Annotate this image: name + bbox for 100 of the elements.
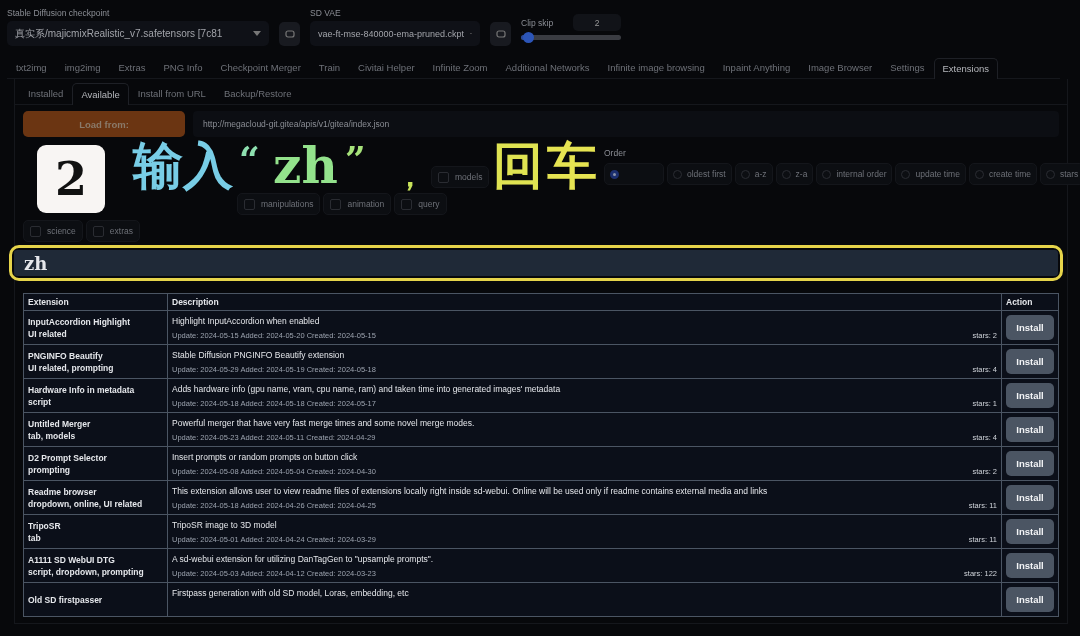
- extension-name: PNGINFO Beautify: [28, 349, 104, 362]
- radio-button[interactable]: [610, 169, 619, 179]
- tab[interactable]: img2img: [55, 57, 110, 78]
- search-field[interactable]: zh: [14, 250, 1058, 276]
- order-option[interactable]: oldest first: [667, 163, 732, 185]
- checkbox[interactable]: [330, 198, 342, 210]
- extension-description: Highlight InputAccordion when enabled: [172, 315, 321, 327]
- extension-tags: UI related, prompting: [28, 361, 163, 374]
- tab[interactable]: Additional Networks: [496, 57, 599, 78]
- checkbox[interactable]: [244, 198, 255, 210]
- extension-name: D2 Prompt Selector: [28, 451, 108, 464]
- extension-description: TripoSR image to 3D model: [172, 519, 278, 531]
- clip-skip-input[interactable]: 2: [573, 14, 621, 31]
- instruction-caption: ，: [395, 161, 425, 191]
- slider-thumb[interactable]: [523, 32, 534, 43]
- install-button[interactable]: Install: [1006, 519, 1054, 544]
- extension-tags: prompting: [28, 463, 163, 476]
- vae-dropdown[interactable]: vae-ft-mse-840000-ema-pruned.ckpt: [310, 21, 480, 46]
- extension-description: A sd-webui extension for utilizing DanTagGen to "upsample prompts".: [172, 553, 435, 565]
- instruction-caption: 输入: [133, 141, 233, 191]
- extension-tags: script: [28, 395, 163, 408]
- install-button[interactable]: Install: [1006, 587, 1054, 612]
- column-header: Description: [167, 293, 1002, 311]
- install-button[interactable]: Install: [1006, 485, 1054, 510]
- extension-description: Insert prompts or random prompts on button click: [172, 451, 359, 463]
- tab[interactable]: Backup/Restore: [214, 83, 301, 104]
- tab[interactable]: txt2img: [7, 57, 56, 78]
- tab[interactable]: Installed: [19, 83, 73, 104]
- extension-tags: script, dropdown, prompting: [28, 565, 163, 578]
- tab[interactable]: Available: [72, 83, 129, 105]
- url-field[interactable]: http://megacloud-git.gitea/apis/v1/gitea/index.json: [193, 111, 1059, 137]
- column-header: Extension: [23, 293, 168, 311]
- tag-filter-chip[interactable]: extras: [85, 220, 140, 242]
- extension-description: Stable Diffusion PNGINFO Beautify extension: [172, 349, 346, 361]
- extension-name: InputAccordion Highlight: [28, 315, 131, 328]
- refresh-button[interactable]: [279, 22, 300, 46]
- extension-description: Powerful merger that have very fast merge times and some novel merge modes.: [172, 417, 476, 429]
- tab[interactable]: Infinite Zoom: [423, 57, 497, 78]
- order-label: Order: [604, 148, 627, 158]
- tag-filter-chip[interactable]: models: [431, 166, 490, 188]
- tab[interactable]: Checkpoint Merger: [211, 57, 310, 78]
- extension-name: Readme browser: [28, 485, 98, 498]
- extension-tags: UI related: [28, 327, 163, 340]
- field-label: Stable Diffusion checkpoint: [7, 8, 111, 18]
- column-header: Action: [1001, 293, 1059, 311]
- extension-description: Firstpass generation with old SD model, Loras, embedding, etc: [172, 587, 410, 599]
- checkbox[interactable]: [92, 225, 104, 237]
- extension-tags: dropdown, online, UI related: [28, 497, 163, 510]
- extension-description: Adds hardware info (gpu name, vram, cpu name, ram) and taken time into generated images' metadata: [172, 383, 562, 395]
- checkbox[interactable]: [401, 198, 413, 210]
- tab[interactable]: Civitai Helper: [349, 57, 424, 78]
- order-option[interactable]: internal order: [816, 163, 893, 185]
- extension-name: Hardware Info in metadata: [28, 383, 136, 396]
- install-button[interactable]: Install: [1006, 451, 1054, 476]
- instruction-caption: 回: [493, 141, 543, 191]
- extension-tags: tab, models: [28, 429, 163, 442]
- install-button[interactable]: Install: [1006, 315, 1054, 340]
- install-button[interactable]: Install: [1006, 417, 1054, 442]
- field-label: SD VAE: [310, 8, 342, 18]
- extension-description: This extension allows user to view readme files of extensions locally right inside sd-webui. Online will be used only if readme contains external media and links: [172, 485, 769, 497]
- tab[interactable]: Image Browser: [799, 57, 882, 78]
- tab[interactable]: Extensions: [933, 58, 998, 79]
- field-label: Clip skip: [521, 17, 554, 28]
- install-button[interactable]: Install: [1006, 553, 1054, 578]
- install-button[interactable]: Install: [1006, 349, 1054, 374]
- checkbox[interactable]: [30, 225, 41, 237]
- instruction-caption: ”: [345, 141, 366, 177]
- tag-filter-chip[interactable]: science: [23, 220, 83, 242]
- instruction-caption: zh: [273, 141, 338, 191]
- checkpoint-dropdown[interactable]: 真实系/majicmixRealistic_v7.safetensors [7c81: [7, 21, 269, 46]
- refresh-button[interactable]: [490, 22, 511, 46]
- extension-tags: tab: [28, 531, 163, 544]
- clip-skip-slider[interactable]: [521, 35, 621, 40]
- tab[interactable]: Infinite image browsing: [598, 57, 714, 78]
- order-option[interactable]: stars: [1039, 163, 1080, 185]
- tab[interactable]: Install from URL: [128, 83, 215, 104]
- order-option[interactable]: update time: [895, 163, 966, 185]
- step-number-badge: 2: [37, 145, 105, 213]
- tag-filter-chip[interactable]: animation: [323, 193, 392, 215]
- tag-filter-chip[interactable]: manipulations: [237, 193, 321, 215]
- extension-name: Untitled Merger: [28, 417, 92, 430]
- tab[interactable]: Extras: [109, 57, 155, 78]
- order-option[interactable]: a-z: [734, 163, 773, 185]
- tab[interactable]: Inpaint Anything: [713, 57, 800, 78]
- tag-filter-chip[interactable]: query: [394, 193, 447, 215]
- checkbox[interactable]: [438, 171, 449, 183]
- load-from-button[interactable]: Load from:: [23, 111, 185, 137]
- tab[interactable]: Train: [309, 57, 350, 78]
- install-button[interactable]: Install: [1006, 383, 1054, 408]
- tab[interactable]: PNG Info: [154, 57, 212, 78]
- refresh-icon: [495, 29, 506, 39]
- order-option[interactable]: z-a: [775, 163, 814, 185]
- extension-name: Old SD firstpasser: [28, 593, 104, 606]
- order-option[interactable]: create time: [968, 163, 1037, 185]
- tab[interactable]: Settings: [881, 57, 934, 78]
- instruction-caption: “: [239, 141, 260, 177]
- extension-name: TripoSR: [28, 519, 62, 532]
- refresh-icon: [284, 29, 295, 39]
- instruction-caption: 车: [547, 141, 597, 191]
- extension-name: A1111 SD WebUI DTG: [28, 553, 116, 566]
